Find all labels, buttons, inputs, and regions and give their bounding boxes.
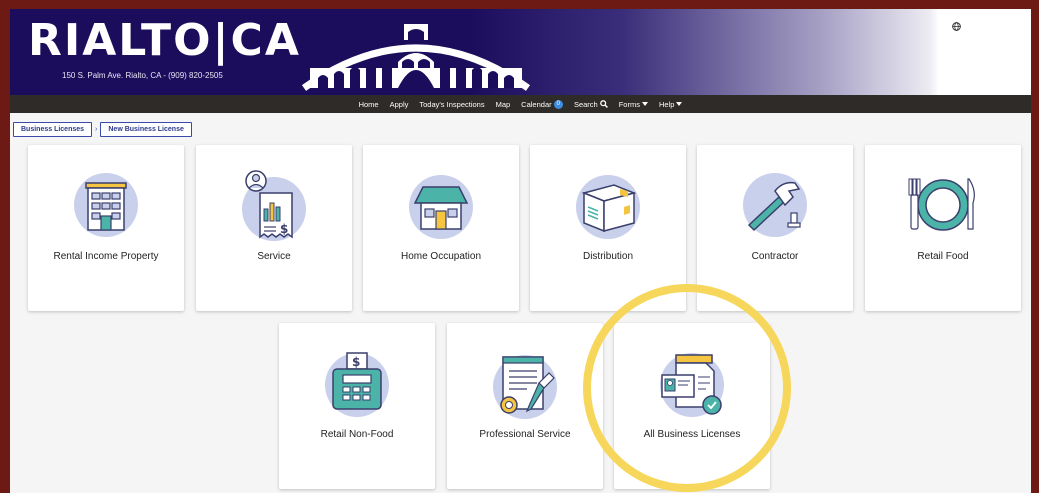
hammer-icon (743, 173, 807, 237)
nav-home[interactable]: Home (359, 100, 379, 109)
cash-register-icon: $ (325, 352, 389, 417)
rialto-bridge-logo (301, 24, 531, 91)
card-home-occupation[interactable]: Home Occupation (363, 145, 519, 311)
card-professional-service[interactable]: Professional Service (447, 323, 603, 489)
breadcrumb: Business Licenses › New Business License (13, 122, 192, 137)
card-label: Professional Service (479, 429, 571, 440)
nav-search[interactable]: Search (574, 100, 608, 109)
nav-help-label: Help (658, 99, 675, 109)
card-contractor[interactable]: Contractor (697, 145, 853, 311)
card-distribution[interactable]: Distribution (530, 145, 686, 311)
card-retail-non-food[interactable]: $ Retail Non-Food (279, 323, 435, 489)
site-logo[interactable]: RIALTO|CA (28, 15, 301, 66)
nav-forms-label: Forms (618, 99, 640, 109)
license-card-icon (660, 353, 724, 417)
globe-icon[interactable] (952, 20, 961, 34)
header-banner: RIALTO|CA 150 S. Palm Ave. Rialto, CA - … (10, 9, 1031, 95)
caret-down-icon (641, 102, 648, 106)
svg-text:$: $ (280, 222, 288, 236)
page-frame: RIALTO|CA 150 S. Palm Ave. Rialto, CA - … (10, 9, 1031, 493)
card-label: Distribution (582, 251, 634, 262)
card-label: Home Occupation (400, 251, 482, 262)
card-label: Contractor (751, 251, 799, 262)
svg-text:$: $ (352, 355, 360, 369)
nav-help[interactable]: Help (658, 99, 683, 109)
card-label: Retail Food (917, 251, 969, 262)
breadcrumb-business-licenses[interactable]: Business Licenses (13, 122, 93, 137)
nav-calendar[interactable]: Calendar 0 (521, 99, 563, 109)
nav-todays-inspections[interactable]: Today's Inspections (419, 100, 484, 109)
nav-apply[interactable]: Apply (390, 100, 409, 109)
caret-down-icon (676, 102, 683, 106)
nav-forms[interactable]: Forms (619, 100, 648, 109)
nav-map[interactable]: Map (496, 100, 511, 109)
search-icon (599, 100, 608, 108)
main-nav: Home Apply Today's Inspections Map Calen… (10, 95, 1031, 113)
chevron-right-icon: › (95, 126, 98, 133)
card-label: Rental Income Property (53, 251, 159, 262)
calendar-count-badge: 0 (553, 99, 563, 109)
site-address: 150 S. Palm Ave. Rialto, CA - (909) 820-… (62, 71, 223, 80)
card-service[interactable]: $ Service (196, 145, 352, 311)
box-icon (576, 175, 640, 239)
breadcrumb-new-business-license[interactable]: New Business License (100, 122, 192, 137)
nav-calendar-label: Calendar (521, 99, 552, 109)
building-icon (74, 173, 138, 237)
card-label: All Business Licenses (643, 429, 741, 440)
document-pen-icon (493, 355, 557, 419)
card-rental-income-property[interactable]: Rental Income Property (28, 145, 184, 311)
card-label: Retail Non-Food (320, 429, 394, 440)
card-all-business-licenses[interactable]: All Business Licenses (614, 323, 770, 489)
service-receipt-icon: $ (242, 170, 306, 241)
house-icon (409, 175, 473, 239)
plate-utensils-icon (908, 178, 975, 231)
card-label: Service (257, 251, 291, 262)
card-retail-food[interactable]: Retail Food (865, 145, 1021, 311)
nav-search-label: Search (573, 99, 598, 109)
